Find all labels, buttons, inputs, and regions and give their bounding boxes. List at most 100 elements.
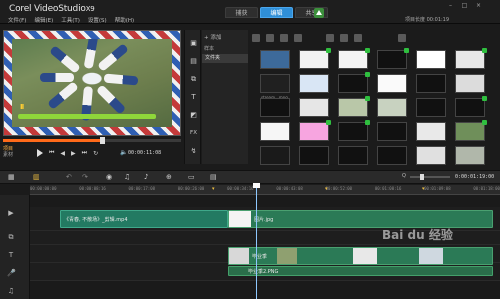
library-thumbnail[interactable] <box>416 50 446 69</box>
minimize-button[interactable]: – <box>446 2 455 9</box>
library-thumbnail[interactable] <box>260 146 290 165</box>
photo-filter-icon[interactable] <box>280 34 288 42</box>
library-thumbnail[interactable] <box>338 96 370 117</box>
title-clip[interactable]: 毕业季2.PNG <box>228 266 493 276</box>
folder-sample[interactable]: 样本 <box>204 45 214 52</box>
folder-icon[interactable] <box>252 34 260 42</box>
audio-filter-icon[interactable] <box>294 34 302 42</box>
maximize-button[interactable]: □ <box>460 2 469 9</box>
tab-edit[interactable]: 编辑 <box>260 7 293 18</box>
motion-track-icon[interactable]: ⊕ <box>166 173 172 181</box>
play-button[interactable] <box>37 149 43 157</box>
library-thumbnail[interactable] <box>455 74 485 93</box>
library-thumbnail[interactable] <box>299 48 331 69</box>
record-icon[interactable]: ◉ <box>106 173 112 181</box>
library-thumbnail[interactable] <box>299 74 329 93</box>
video-clip[interactable]: 《青春, 不散场》_剪辑.mp4 <box>60 210 228 228</box>
mixer-icon[interactable]: ♫ <box>124 173 130 181</box>
sort-icon[interactable] <box>354 34 362 42</box>
menu-help[interactable]: 帮助(H) <box>115 16 134 24</box>
library-thumbnail[interactable] <box>260 98 290 117</box>
library-thumbnail[interactable] <box>416 74 446 93</box>
timecode[interactable]: 00:00:11:08 <box>128 150 161 156</box>
menu-tools[interactable]: 工具(T) <box>61 16 80 24</box>
filter-icon[interactable]: FX <box>188 128 199 139</box>
library-thumbnail[interactable] <box>377 74 407 93</box>
tab-capture[interactable]: 捕获 <box>225 7 258 18</box>
library-thumbnail[interactable] <box>377 146 407 165</box>
menu-settings[interactable]: 设置(S) <box>88 16 107 24</box>
library-thumbnail[interactable] <box>338 146 368 165</box>
library-thumbnail[interactable] <box>416 98 446 117</box>
list-view-icon[interactable] <box>326 34 334 42</box>
graphic-icon[interactable]: ◩ <box>188 110 199 121</box>
library-thumbnail[interactable] <box>455 146 485 165</box>
browse-icon[interactable] <box>398 34 406 42</box>
library-thumbnail[interactable] <box>377 98 407 117</box>
library-thumbnail[interactable] <box>260 122 290 141</box>
repeat-icon[interactable]: ↻ <box>93 150 98 157</box>
library-thumbnail[interactable] <box>338 72 370 93</box>
multicam-icon[interactable]: ▤ <box>210 173 217 181</box>
library-thumbnail[interactable] <box>455 48 487 69</box>
prev-frame-icon[interactable]: ◀ <box>60 150 65 157</box>
path-icon[interactable]: ↯ <box>188 146 199 157</box>
preview-window[interactable] <box>3 30 181 136</box>
zoom-handle[interactable] <box>420 174 424 180</box>
folder-selected[interactable]: 文件夹 <box>202 54 248 63</box>
marker-icon[interactable]: ▾ <box>422 186 425 192</box>
close-button[interactable]: × <box>474 2 483 9</box>
playhead-handle[interactable] <box>253 183 260 188</box>
transition-icon[interactable]: ⧉ <box>188 74 199 85</box>
music-track-icon[interactable]: ♫ <box>7 287 15 295</box>
mode-clip[interactable]: 素材 <box>3 152 13 158</box>
library-thumbnail[interactable] <box>377 48 409 69</box>
menu-edit[interactable]: 编辑(E) <box>34 16 53 24</box>
mode-switch[interactable]: 项目 素材 <box>3 146 13 158</box>
storyboard-view-icon[interactable]: ▦ <box>8 173 15 181</box>
marker-icon[interactable]: ▾ <box>325 186 328 192</box>
library-thumbnail[interactable] <box>260 50 290 69</box>
library-thumbnail[interactable] <box>299 120 331 141</box>
scrub-handle[interactable] <box>100 137 105 144</box>
auto-music-icon[interactable]: ♪ <box>144 173 148 181</box>
library-thumbnail[interactable] <box>455 96 487 117</box>
undo-icon[interactable]: ↶ <box>66 173 72 181</box>
zoom-slider[interactable] <box>410 176 450 178</box>
library-thumbnail[interactable] <box>338 120 370 141</box>
add-folder-button[interactable]: + 添加 <box>204 33 221 41</box>
media-icon[interactable]: ▣ <box>188 38 199 49</box>
next-frame-icon[interactable]: ▶ <box>71 150 76 157</box>
library-thumbnail[interactable] <box>299 98 329 117</box>
ruler-tick-label: 00:00:43:08 <box>276 186 303 191</box>
title-track-icon[interactable]: T <box>7 251 15 259</box>
playhead-line[interactable] <box>256 185 257 299</box>
video-track-icon[interactable]: ▶ <box>7 209 15 217</box>
library-thumbnail[interactable] <box>455 120 487 141</box>
timeline-view-icon[interactable]: ▥ <box>33 173 40 181</box>
library-thumbnail[interactable] <box>377 122 407 141</box>
upload-icon[interactable] <box>314 8 324 18</box>
video-filter-icon[interactable] <box>266 34 274 42</box>
subtitle-icon[interactable]: ▭ <box>188 173 195 181</box>
library-thumbnail[interactable] <box>416 122 446 141</box>
library-thumbnail[interactable]: stream...mpg <box>260 74 290 100</box>
marker-icon[interactable]: ▾ <box>212 186 215 192</box>
end-icon[interactable]: ⏭ <box>82 149 87 157</box>
voice-track-icon[interactable]: 🎤 <box>7 269 16 277</box>
volume-icon[interactable]: 🔈 <box>120 149 127 156</box>
home-icon[interactable]: ⏮ <box>49 149 54 157</box>
thumbnail-view-icon[interactable] <box>340 34 348 42</box>
library-thumbnail[interactable] <box>338 48 370 69</box>
library-thumbnail[interactable] <box>299 146 329 165</box>
instant-project-icon[interactable]: ▤ <box>188 56 199 67</box>
menu-file[interactable]: 文件(F) <box>8 16 26 24</box>
photo-clip[interactable]: 图片.jpg <box>228 210 493 228</box>
overlay-track-icon[interactable]: ⧉ <box>7 233 15 241</box>
title-icon[interactable]: T <box>188 92 199 103</box>
zoom-out-icon[interactable]: Q <box>402 173 406 179</box>
used-check-icon <box>482 120 487 125</box>
overlay-photo-clip[interactable]: 毕业季 <box>228 247 493 265</box>
redo-icon[interactable]: ↷ <box>82 173 88 181</box>
library-thumbnail[interactable] <box>416 146 446 165</box>
